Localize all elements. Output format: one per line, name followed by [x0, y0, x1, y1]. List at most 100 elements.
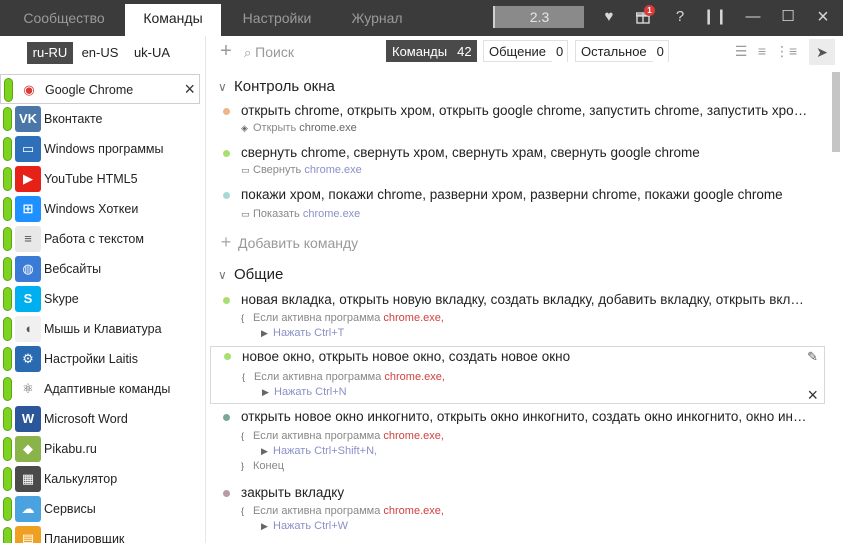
- brace-icon: {: [241, 313, 245, 323]
- lang-en[interactable]: en-US: [77, 42, 123, 64]
- delete-icon[interactable]: ×: [807, 385, 818, 406]
- close-icon[interactable]: ×: [808, 0, 838, 34]
- remove-app-icon[interactable]: ×: [184, 80, 195, 98]
- app-item[interactable]: ≡ Работа с текстом: [0, 224, 200, 254]
- command-phrase: открыть chrome, открыть хром, открыть go…: [241, 103, 811, 118]
- tab-commands[interactable]: Команды: [125, 4, 221, 36]
- app-item[interactable]: ▶ YouTube HTML5: [0, 164, 200, 194]
- app-item[interactable]: ◆ Pikabu.ru: [0, 434, 200, 464]
- app-item[interactable]: ▦ Калькулятор: [0, 464, 200, 494]
- enabled-toggle[interactable]: [3, 467, 12, 491]
- enabled-toggle[interactable]: [3, 197, 12, 221]
- filter-chat[interactable]: Общение 0: [483, 40, 569, 62]
- command-row[interactable]: покажи хром, покажи chrome, разверни хро…: [210, 186, 825, 226]
- tab-community[interactable]: Сообщество: [4, 4, 124, 36]
- gift-icon[interactable]: 1: [628, 0, 658, 34]
- app-item[interactable]: W Microsoft Word: [0, 404, 200, 434]
- key-icon: ▶: [262, 387, 269, 397]
- action-label: Свернуть: [253, 164, 302, 176]
- youtube-icon: ▶: [15, 166, 41, 192]
- edit-icon[interactable]: ✎: [807, 349, 818, 365]
- view-grid-icon[interactable]: ⋮≡: [775, 42, 797, 60]
- command-condition: {Если активна программа chrome.exe,: [241, 504, 444, 518]
- app-sidebar: ru-RU en-US uk-UA ◉ Google Chrome × VK Вконт…: [0, 36, 206, 543]
- group-header[interactable]: ∨ Контроль окна: [218, 78, 335, 95]
- maximize-icon[interactable]: ☐: [773, 0, 803, 34]
- command-row-selected[interactable]: новое окно, открыть новое окно, создать …: [210, 346, 825, 406]
- version-field[interactable]: 2.3: [493, 6, 584, 28]
- app-item[interactable]: ▤ Планировщик: [0, 524, 200, 543]
- lang-uk[interactable]: uk-UA: [128, 42, 176, 64]
- command-row[interactable]: открыть новое окно инкогнито, открыть ок…: [210, 408, 825, 478]
- search-input[interactable]: ⌕ Поиск: [244, 42, 384, 62]
- app-item[interactable]: S Skype: [0, 284, 200, 314]
- add-command-button[interactable]: + Добавить команду: [214, 230, 514, 254]
- app-name: Microsoft Word: [44, 412, 128, 426]
- view-list-icon[interactable]: ≡: [753, 42, 771, 60]
- word-icon: W: [15, 406, 41, 432]
- enabled-toggle[interactable]: [3, 287, 12, 311]
- view-compact-icon[interactable]: ☰: [732, 42, 750, 60]
- filter-label: Команды: [392, 44, 448, 59]
- enabled-toggle[interactable]: [3, 437, 12, 461]
- app-item[interactable]: ☁ Сервисы: [0, 494, 200, 524]
- key-label: Нажать Ctrl+W: [273, 520, 349, 532]
- tab-settings[interactable]: Настройки: [222, 4, 332, 36]
- condition-label: Если активна программа: [253, 430, 381, 442]
- app-item[interactable]: ◉ Google Chrome ×: [0, 74, 200, 104]
- add-icon[interactable]: +: [214, 40, 238, 64]
- command-row[interactable]: закрыть вкладку {Если активна программа …: [210, 484, 825, 536]
- tab-journal[interactable]: Журнал: [332, 4, 422, 36]
- app-name: Калькулятор: [44, 472, 118, 486]
- enabled-toggle[interactable]: [3, 167, 12, 191]
- app-item[interactable]: ⊞ Windows Хоткеи: [0, 194, 200, 224]
- enabled-toggle[interactable]: [3, 257, 12, 281]
- minimize-icon[interactable]: —: [738, 0, 768, 34]
- enabled-toggle[interactable]: [3, 137, 12, 161]
- app-item[interactable]: ◍ Вебсайты: [0, 254, 200, 284]
- filter-commands[interactable]: Команды 42: [386, 40, 477, 62]
- plus-icon: +: [220, 232, 232, 252]
- enabled-toggle[interactable]: [4, 78, 13, 102]
- condition-label: Если активна программа: [254, 371, 382, 383]
- app-item[interactable]: VK Вконтакте: [0, 104, 200, 134]
- enabled-toggle[interactable]: [3, 107, 12, 131]
- enabled-toggle[interactable]: [3, 407, 12, 431]
- app-name: Планировщик: [44, 532, 125, 543]
- pause-icon[interactable]: ❙❙: [700, 0, 730, 34]
- search-icon: ⌕: [244, 45, 252, 60]
- enabled-toggle[interactable]: [3, 527, 12, 543]
- enabled-toggle[interactable]: [3, 227, 12, 251]
- command-phrase: закрыть вкладку: [241, 485, 345, 500]
- app-item[interactable]: ⚙ Настройки Laitis: [0, 344, 200, 374]
- send-icon[interactable]: ➤: [809, 39, 835, 65]
- help-icon[interactable]: ?: [665, 0, 695, 34]
- enabled-toggle[interactable]: [3, 377, 12, 401]
- heart-icon[interactable]: ♥: [594, 0, 624, 34]
- condition-value: chrome.exe,: [383, 312, 444, 324]
- filter-other[interactable]: Остальное 0: [575, 40, 669, 62]
- cloud-icon: ☁: [15, 496, 41, 522]
- app-name: Google Chrome: [45, 83, 134, 97]
- enabled-toggle[interactable]: [3, 347, 12, 371]
- action-label: Открыть: [253, 122, 297, 134]
- command-row[interactable]: свернуть chrome, свернуть хром, свернуть…: [210, 144, 825, 184]
- app-item[interactable]: ⚛ Адаптивные команды: [0, 374, 200, 404]
- app-item[interactable]: ▭ Windows программы: [0, 134, 200, 164]
- condition-label: Если активна программа: [253, 312, 381, 324]
- app-name: Вконтакте: [44, 112, 103, 126]
- enabled-toggle[interactable]: [3, 317, 12, 341]
- group-header[interactable]: ∨ Общие: [218, 266, 283, 283]
- command-row[interactable]: открыть chrome, открыть хром, открыть go…: [210, 102, 825, 142]
- lang-ru[interactable]: ru-RU: [27, 42, 73, 64]
- condition-label: Если активна программа: [253, 505, 381, 517]
- commands-list: ∨ Контроль окна открыть chrome, открыть х…: [210, 70, 843, 543]
- status-dot: [223, 150, 230, 157]
- enabled-toggle[interactable]: [3, 497, 12, 521]
- action-label: Показать: [253, 208, 300, 220]
- key-label: Нажать Ctrl+N: [274, 386, 347, 398]
- command-row[interactable]: новая вкладка, открыть новую вкладку, со…: [210, 291, 825, 343]
- app-item[interactable]: ◖ Мышь и Клавиатура: [0, 314, 200, 344]
- pikabu-icon: ◆: [15, 436, 41, 462]
- key-label: Нажать Ctrl+T: [273, 327, 345, 339]
